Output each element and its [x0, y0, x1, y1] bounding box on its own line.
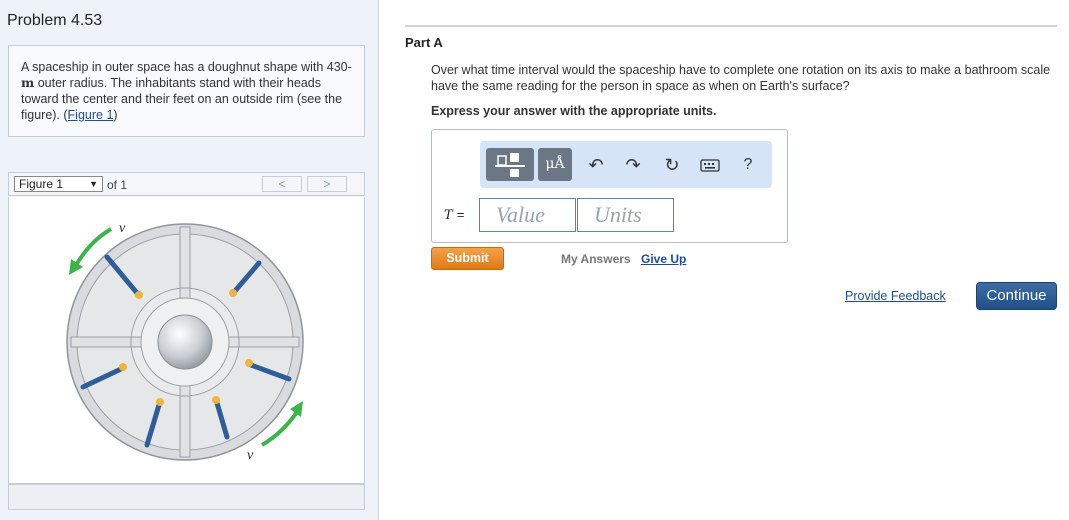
templates-icon: [495, 153, 525, 177]
equals-sign: =: [456, 207, 465, 222]
figure-count: of 1: [107, 178, 128, 192]
give-up-link[interactable]: Give Up: [641, 252, 686, 266]
submit-button[interactable]: Submit: [431, 247, 504, 270]
problem-text-3: ): [113, 108, 118, 122]
redo-icon[interactable]: ↷: [622, 154, 644, 176]
templates-button[interactable]: [486, 148, 534, 181]
next-figure-button[interactable]: >: [307, 176, 347, 192]
problem-text-1: A spaceship in outer space has a doughnu…: [21, 60, 352, 74]
problem-panel: Problem 4.53 A spaceship in outer space …: [0, 0, 379, 520]
provide-feedback-link[interactable]: Provide Feedback: [845, 289, 946, 303]
figure-select[interactable]: Figure 1 ▼: [14, 176, 103, 192]
answer-instruction: Express your answer with the appropriate…: [431, 104, 717, 118]
value-input[interactable]: [479, 198, 576, 232]
continue-button[interactable]: Continue: [976, 282, 1057, 310]
help-icon[interactable]: ?: [737, 154, 759, 176]
units-icon: μÅ: [545, 156, 565, 172]
units-input[interactable]: [577, 198, 674, 232]
problem-title: Problem 4.53: [7, 12, 103, 29]
figure-select-value: Figure 1: [19, 177, 64, 191]
dropdown-arrow-icon: ▼: [89, 179, 98, 189]
divider: [405, 25, 1057, 27]
figure-image: v v: [8, 197, 365, 484]
question-text: Over what time interval would the spaces…: [431, 63, 1051, 93]
reset-icon[interactable]: ↻: [661, 154, 683, 176]
undo-icon[interactable]: ↶: [585, 154, 607, 176]
math-toolbar: μÅ ↶ ↷ ↻ ?: [480, 141, 772, 188]
part-label: Part A: [405, 35, 443, 50]
spaceship-figure: v v: [66, 221, 304, 463]
velocity-label-bottom: v: [247, 448, 254, 463]
figure-navigation: Figure 1 ▼ of 1 < >: [8, 172, 365, 196]
my-answers-label: My Answers: [561, 252, 631, 266]
velocity-label-top: v: [119, 221, 126, 236]
figure-link[interactable]: Figure 1: [68, 108, 114, 122]
keyboard-icon[interactable]: [699, 154, 721, 176]
problem-statement: A spaceship in outer space has a doughnu…: [8, 45, 365, 137]
units-button[interactable]: μÅ: [538, 148, 572, 181]
answer-area: μÅ ↶ ↷ ↻ ? T =: [431, 129, 788, 243]
variable-name: T: [444, 208, 453, 223]
unit-m: m: [21, 75, 35, 90]
figure-caption-bar: [8, 484, 365, 510]
variable-label: T =: [444, 207, 464, 223]
prev-figure-button[interactable]: <: [262, 176, 302, 192]
